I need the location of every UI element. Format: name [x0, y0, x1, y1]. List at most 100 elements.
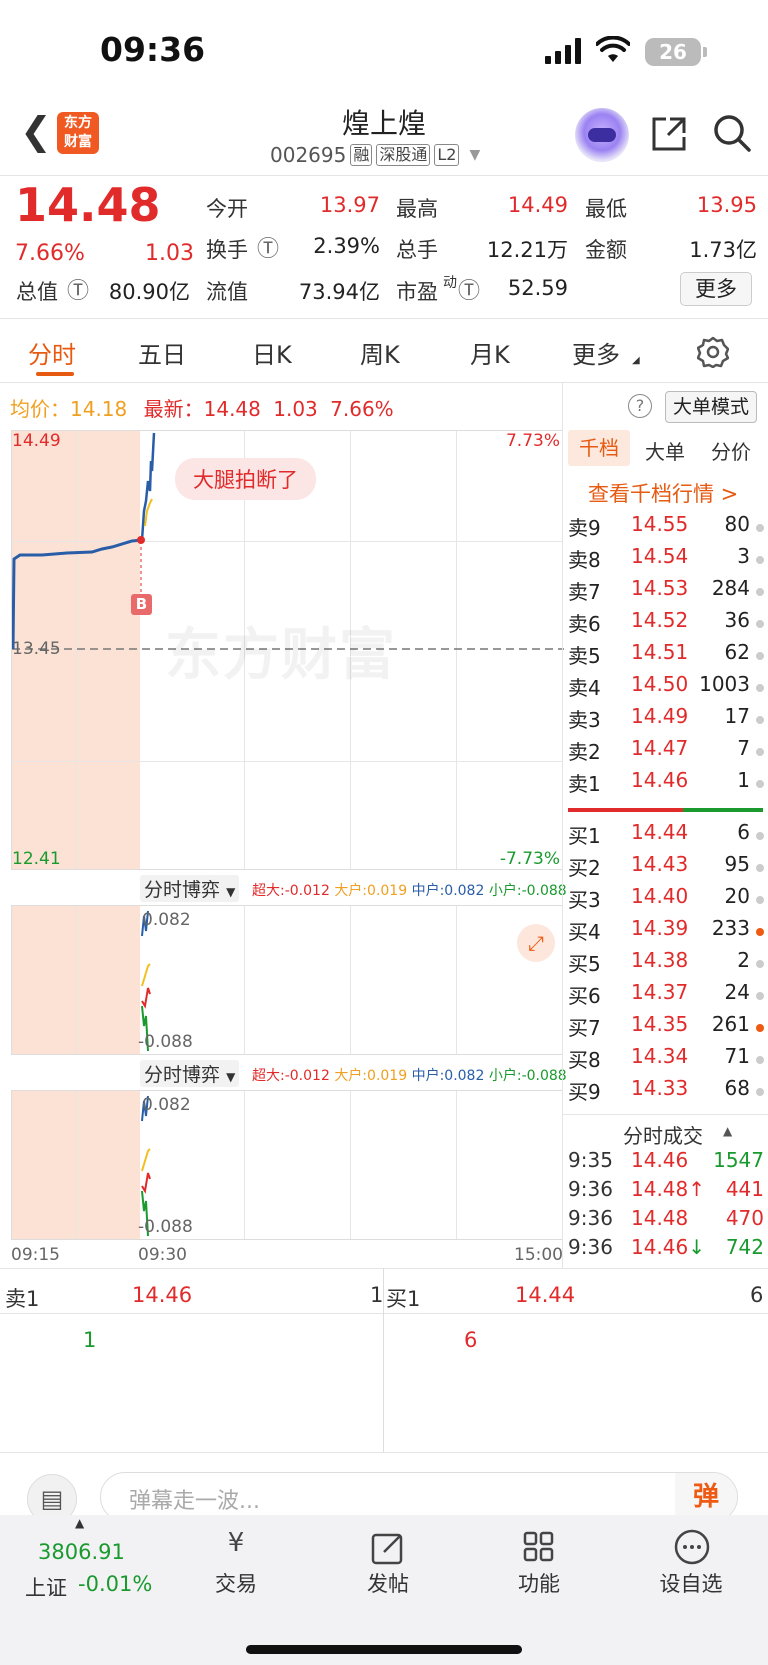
active-tab-indicator: [36, 372, 74, 376]
bid-row[interactable]: 买8 14.34 71: [563, 1044, 768, 1076]
tab-month-k[interactable]: 月K: [470, 335, 510, 370]
bid-row[interactable]: 买3 14.40 20: [563, 884, 768, 916]
ask-row[interactable]: 卖2 14.47 7: [563, 736, 768, 768]
indicator-name: 分时博弈: [144, 1064, 221, 1086]
caret-up-icon[interactable]: ▲: [723, 1124, 732, 1138]
bid-price: 14.39: [631, 916, 689, 940]
dot-icon: [756, 992, 764, 1000]
ask-row[interactable]: 卖9 14.55 80: [563, 512, 768, 544]
ask-price: 14.50: [631, 672, 689, 696]
help-icon[interactable]: ?: [628, 394, 652, 418]
ask-level: 卖6: [568, 612, 601, 636]
tab-intraday[interactable]: 分时: [28, 335, 76, 370]
search-icon[interactable]: [712, 113, 752, 153]
bid-row[interactable]: 买9 14.33 68: [563, 1076, 768, 1108]
bid-row[interactable]: 买1 14.44 6: [563, 820, 768, 852]
bid-price: 14.37: [631, 980, 689, 1004]
index-value[interactable]: 3806.91: [38, 1540, 125, 1564]
robot-avatar[interactable]: [575, 108, 629, 162]
tab-day-k[interactable]: 日K: [252, 335, 292, 370]
nav-post[interactable]: 发帖: [338, 1568, 438, 1598]
status-time: 09:36: [100, 30, 206, 69]
bid-volume: 2: [737, 948, 750, 972]
bid-row[interactable]: 买5 14.38 2: [563, 948, 768, 980]
dot-icon: [756, 588, 764, 596]
indicator-select-2[interactable]: 分时博弈 ▼: [140, 1060, 240, 1087]
nav-add-watch[interactable]: 设自选: [641, 1568, 741, 1598]
ask-row[interactable]: 卖7 14.53 284: [563, 576, 768, 608]
indicator-select-1[interactable]: 分时博弈 ▼: [140, 875, 240, 902]
ask-row[interactable]: 卖8 14.54 3: [563, 544, 768, 576]
tab-more[interactable]: 更多: [572, 335, 620, 370]
info-icon[interactable]: Ⓣ: [67, 273, 89, 305]
stat-label-float-mcap: 流值: [206, 280, 248, 304]
stat-value-pe: 52.59: [507, 276, 568, 300]
ask-row[interactable]: 卖1 14.46 1: [563, 768, 768, 800]
change-amount: 1.03: [145, 241, 194, 266]
ask-volume: 1003: [699, 672, 750, 696]
trade-icon[interactable]: ¥: [212, 1528, 260, 1568]
stat-value-low: 13.95: [696, 193, 757, 217]
bid-level: 买7: [568, 1016, 601, 1040]
trade-price: 14.48↑: [631, 1177, 706, 1201]
nav-trade[interactable]: 交易: [186, 1568, 286, 1598]
index-name[interactable]: 上证: [25, 1572, 67, 1602]
tag-connect: 深股通: [376, 144, 431, 166]
chevron-down-icon[interactable]: ▼: [469, 147, 480, 163]
tab-week-k[interactable]: 周K: [360, 335, 400, 370]
trade-time: 9:35: [568, 1148, 613, 1172]
ask-row[interactable]: 卖5 14.51 62: [563, 640, 768, 672]
ask-price: 14.46: [631, 768, 689, 792]
grid-icon[interactable]: [522, 1530, 556, 1564]
bid-row[interactable]: 买6 14.37 24: [563, 980, 768, 1012]
bid-row[interactable]: 买4 14.39 233: [563, 916, 768, 948]
stat-label-turnover: 换手: [206, 238, 248, 262]
ask-row[interactable]: 卖6 14.52 36: [563, 608, 768, 640]
nav-function[interactable]: 功能: [489, 1568, 589, 1598]
bid-price: 14.44: [631, 820, 689, 844]
tab-big-order[interactable]: 大单: [645, 436, 685, 465]
index-pct[interactable]: -0.01%: [78, 1572, 152, 1596]
caret-up-icon[interactable]: ▲: [75, 1516, 84, 1530]
ask-row[interactable]: 卖4 14.50 1003: [563, 672, 768, 704]
dot-icon: [756, 960, 764, 968]
stock-code-row[interactable]: 002695 融 深股通 L2 ▼: [270, 143, 480, 167]
buy-detail-qty: 6: [464, 1328, 478, 1352]
expand-icon[interactable]: ⤢: [517, 924, 555, 962]
stat-value-total-mcap: 80.90亿: [108, 280, 190, 304]
bid-row[interactable]: 买7 14.35 261: [563, 1012, 768, 1044]
indicator-chart-1[interactable]: 0.082 -0.088 ⤢: [11, 905, 563, 1055]
more-dots-icon[interactable]: [673, 1528, 711, 1566]
trades-title[interactable]: 分时成交: [623, 1120, 703, 1149]
sell-detail-qty: 1: [83, 1328, 97, 1352]
bid-price: 14.40: [631, 884, 689, 908]
tab-price-dist[interactable]: 分价: [711, 436, 751, 465]
dot-icon: [756, 748, 764, 756]
ask-price: 14.51: [631, 640, 689, 664]
trade-time: 9:36: [568, 1235, 613, 1259]
bid-row[interactable]: 买2 14.43 95: [563, 852, 768, 884]
tab-five-day[interactable]: 五日: [138, 335, 186, 370]
more-button[interactable]: 更多: [680, 272, 752, 306]
bottom-sell-price: 14.46: [132, 1283, 193, 1307]
comment-bubble[interactable]: 大腿拍断了: [175, 458, 316, 500]
ask-row[interactable]: 卖3 14.49 17: [563, 704, 768, 736]
danmu-toggle-button[interactable]: 弹: [675, 1473, 737, 1521]
info-icon[interactable]: Ⓣ: [257, 231, 279, 263]
info-icon[interactable]: Ⓣ: [458, 273, 480, 305]
share-icon[interactable]: [650, 115, 688, 153]
trade-row: 9:36 14.48↑ 441: [563, 1177, 768, 1209]
indicator-chart-2[interactable]: 0.082 -0.088: [11, 1090, 563, 1240]
bid-volume: 71: [724, 1044, 750, 1068]
view-depth-link[interactable]: 查看千档行情 >: [588, 478, 738, 508]
ask-volume: 7: [737, 736, 750, 760]
dot-icon: [756, 1088, 764, 1096]
x-end-label: 15:00: [514, 1245, 563, 1265]
big-order-mode-button[interactable]: 大单模式: [665, 391, 757, 423]
gear-icon[interactable]: [697, 336, 729, 368]
buy-marker[interactable]: B: [131, 594, 152, 615]
tab-depth[interactable]: 千档: [568, 430, 630, 466]
post-icon[interactable]: [370, 1530, 406, 1566]
dot-icon: [756, 864, 764, 872]
ind1-top-label: 0.082: [142, 910, 191, 930]
